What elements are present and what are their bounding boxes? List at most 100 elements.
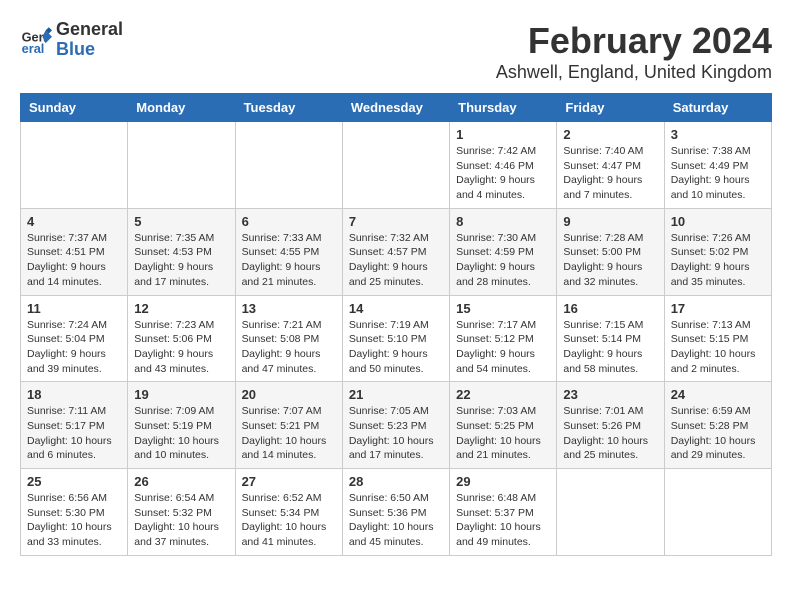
day-info: Sunrise: 7:17 AM Sunset: 5:12 PM Dayligh… — [456, 318, 550, 377]
day-info: Sunrise: 7:38 AM Sunset: 4:49 PM Dayligh… — [671, 144, 765, 203]
day-info: Sunrise: 7:23 AM Sunset: 5:06 PM Dayligh… — [134, 318, 228, 377]
calendar-cell — [21, 122, 128, 209]
day-info: Sunrise: 7:13 AM Sunset: 5:15 PM Dayligh… — [671, 318, 765, 377]
logo: Gen eral General Blue — [20, 20, 123, 60]
day-number: 16 — [563, 301, 657, 316]
logo-icon: Gen eral — [20, 24, 52, 56]
calendar-cell: 7 Sunrise: 7:32 AM Sunset: 4:57 PM Daylig… — [342, 208, 449, 295]
day-number: 25 — [27, 474, 121, 489]
calendar-cell: 9 Sunrise: 7:28 AM Sunset: 5:00 PM Daylig… — [557, 208, 664, 295]
calendar-cell: 11Sunrise: 7:24 AM Sunset: 5:04 PM Dayli… — [21, 295, 128, 382]
day-number: 9 — [563, 214, 657, 229]
day-number: 23 — [563, 387, 657, 402]
day-number: 14 — [349, 301, 443, 316]
day-info: Sunrise: 7:30 AM Sunset: 4:59 PM Dayligh… — [456, 231, 550, 290]
day-info: Sunrise: 7:15 AM Sunset: 5:14 PM Dayligh… — [563, 318, 657, 377]
day-info: Sunrise: 7:11 AM Sunset: 5:17 PM Dayligh… — [27, 404, 121, 463]
day-info: Sunrise: 7:03 AM Sunset: 5:25 PM Dayligh… — [456, 404, 550, 463]
calendar-cell — [128, 122, 235, 209]
calendar-cell — [342, 122, 449, 209]
day-number: 17 — [671, 301, 765, 316]
calendar-week-1: 1 Sunrise: 7:42 AM Sunset: 4:46 PM Daylig… — [21, 122, 772, 209]
day-info: Sunrise: 7:32 AM Sunset: 4:57 PM Dayligh… — [349, 231, 443, 290]
day-info: Sunrise: 7:01 AM Sunset: 5:26 PM Dayligh… — [563, 404, 657, 463]
column-header-sunday: Sunday — [21, 94, 128, 122]
day-info: Sunrise: 7:09 AM Sunset: 5:19 PM Dayligh… — [134, 404, 228, 463]
calendar-cell: 8 Sunrise: 7:30 AM Sunset: 4:59 PM Daylig… — [450, 208, 557, 295]
calendar-cell: 28 Sunrise: 6:50 AM Sunset: 5:36 PM Dayli… — [342, 469, 449, 556]
calendar-cell: 19Sunrise: 7:09 AM Sunset: 5:19 PM Dayli… — [128, 382, 235, 469]
page-subtitle: Ashwell, England, United Kingdom — [496, 62, 772, 83]
calendar-cell: 29 Sunrise: 6:48 AM Sunset: 5:37 PM Dayli… — [450, 469, 557, 556]
day-info: Sunrise: 7:19 AM Sunset: 5:10 PM Dayligh… — [349, 318, 443, 377]
calendar-cell: 1 Sunrise: 7:42 AM Sunset: 4:46 PM Daylig… — [450, 122, 557, 209]
logo-line2: Blue — [56, 40, 123, 60]
calendar-cell — [557, 469, 664, 556]
day-info: Sunrise: 7:35 AM Sunset: 4:53 PM Dayligh… — [134, 231, 228, 290]
day-number: 7 — [349, 214, 443, 229]
calendar-cell: 13 Sunrise: 7:21 AM Sunset: 5:08 PM Dayli… — [235, 295, 342, 382]
day-number: 13 — [242, 301, 336, 316]
day-number: 27 — [242, 474, 336, 489]
day-info: Sunrise: 6:48 AM Sunset: 5:37 PM Dayligh… — [456, 491, 550, 550]
day-number: 29 — [456, 474, 550, 489]
column-header-monday: Monday — [128, 94, 235, 122]
day-number: 20 — [242, 387, 336, 402]
day-info: Sunrise: 7:21 AM Sunset: 5:08 PM Dayligh… — [242, 318, 336, 377]
calendar-week-5: 25 Sunrise: 6:56 AM Sunset: 5:30 PM Dayli… — [21, 469, 772, 556]
day-info: Sunrise: 7:40 AM Sunset: 4:47 PM Dayligh… — [563, 144, 657, 203]
calendar-week-4: 18 Sunrise: 7:11 AM Sunset: 5:17 PM Dayli… — [21, 382, 772, 469]
calendar-cell: 2 Sunrise: 7:40 AM Sunset: 4:47 PM Daylig… — [557, 122, 664, 209]
calendar-cell: 18 Sunrise: 7:11 AM Sunset: 5:17 PM Dayli… — [21, 382, 128, 469]
calendar-cell: 17 Sunrise: 7:13 AM Sunset: 5:15 PM Dayli… — [664, 295, 771, 382]
page-header: Gen eral General Blue February 2024 Ashw… — [20, 20, 772, 83]
day-info: Sunrise: 6:59 AM Sunset: 5:28 PM Dayligh… — [671, 404, 765, 463]
day-number: 10 — [671, 214, 765, 229]
calendar-week-3: 11Sunrise: 7:24 AM Sunset: 5:04 PM Dayli… — [21, 295, 772, 382]
day-number: 3 — [671, 127, 765, 142]
column-header-saturday: Saturday — [664, 94, 771, 122]
logo-text: General Blue — [56, 20, 123, 60]
day-number: 28 — [349, 474, 443, 489]
day-info: Sunrise: 6:56 AM Sunset: 5:30 PM Dayligh… — [27, 491, 121, 550]
day-number: 8 — [456, 214, 550, 229]
day-info: Sunrise: 6:50 AM Sunset: 5:36 PM Dayligh… — [349, 491, 443, 550]
day-number: 5 — [134, 214, 228, 229]
calendar-cell: 12 Sunrise: 7:23 AM Sunset: 5:06 PM Dayli… — [128, 295, 235, 382]
title-block: February 2024 Ashwell, England, United K… — [496, 20, 772, 83]
calendar-cell: 6 Sunrise: 7:33 AM Sunset: 4:55 PM Daylig… — [235, 208, 342, 295]
calendar-cell: 26Sunrise: 6:54 AM Sunset: 5:32 PM Dayli… — [128, 469, 235, 556]
calendar-cell: 20Sunrise: 7:07 AM Sunset: 5:21 PM Dayli… — [235, 382, 342, 469]
calendar-cell: 27 Sunrise: 6:52 AM Sunset: 5:34 PM Dayli… — [235, 469, 342, 556]
day-number: 6 — [242, 214, 336, 229]
calendar-cell: 22Sunrise: 7:03 AM Sunset: 5:25 PM Dayli… — [450, 382, 557, 469]
calendar-cell: 21Sunrise: 7:05 AM Sunset: 5:23 PM Dayli… — [342, 382, 449, 469]
day-info: Sunrise: 7:24 AM Sunset: 5:04 PM Dayligh… — [27, 318, 121, 377]
day-number: 1 — [456, 127, 550, 142]
day-number: 18 — [27, 387, 121, 402]
calendar-cell: 23 Sunrise: 7:01 AM Sunset: 5:26 PM Dayli… — [557, 382, 664, 469]
calendar-cell: 5 Sunrise: 7:35 AM Sunset: 4:53 PM Daylig… — [128, 208, 235, 295]
day-info: Sunrise: 7:28 AM Sunset: 5:00 PM Dayligh… — [563, 231, 657, 290]
calendar-cell: 4Sunrise: 7:37 AM Sunset: 4:51 PM Daylig… — [21, 208, 128, 295]
day-info: Sunrise: 7:33 AM Sunset: 4:55 PM Dayligh… — [242, 231, 336, 290]
column-header-wednesday: Wednesday — [342, 94, 449, 122]
day-info: Sunrise: 7:42 AM Sunset: 4:46 PM Dayligh… — [456, 144, 550, 203]
calendar-header-row: SundayMondayTuesdayWednesdayThursdayFrid… — [21, 94, 772, 122]
calendar-cell: 16 Sunrise: 7:15 AM Sunset: 5:14 PM Dayli… — [557, 295, 664, 382]
calendar-table: SundayMondayTuesdayWednesdayThursdayFrid… — [20, 93, 772, 556]
day-number: 26 — [134, 474, 228, 489]
day-number: 15 — [456, 301, 550, 316]
day-number: 12 — [134, 301, 228, 316]
day-info: Sunrise: 7:37 AM Sunset: 4:51 PM Dayligh… — [27, 231, 121, 290]
svg-text:eral: eral — [22, 41, 45, 56]
day-number: 2 — [563, 127, 657, 142]
calendar-week-2: 4Sunrise: 7:37 AM Sunset: 4:51 PM Daylig… — [21, 208, 772, 295]
calendar-cell: 14 Sunrise: 7:19 AM Sunset: 5:10 PM Dayli… — [342, 295, 449, 382]
day-number: 24 — [671, 387, 765, 402]
column-header-thursday: Thursday — [450, 94, 557, 122]
calendar-cell: 24 Sunrise: 6:59 AM Sunset: 5:28 PM Dayli… — [664, 382, 771, 469]
day-info: Sunrise: 6:52 AM Sunset: 5:34 PM Dayligh… — [242, 491, 336, 550]
page-title: February 2024 — [496, 20, 772, 62]
calendar-cell — [235, 122, 342, 209]
